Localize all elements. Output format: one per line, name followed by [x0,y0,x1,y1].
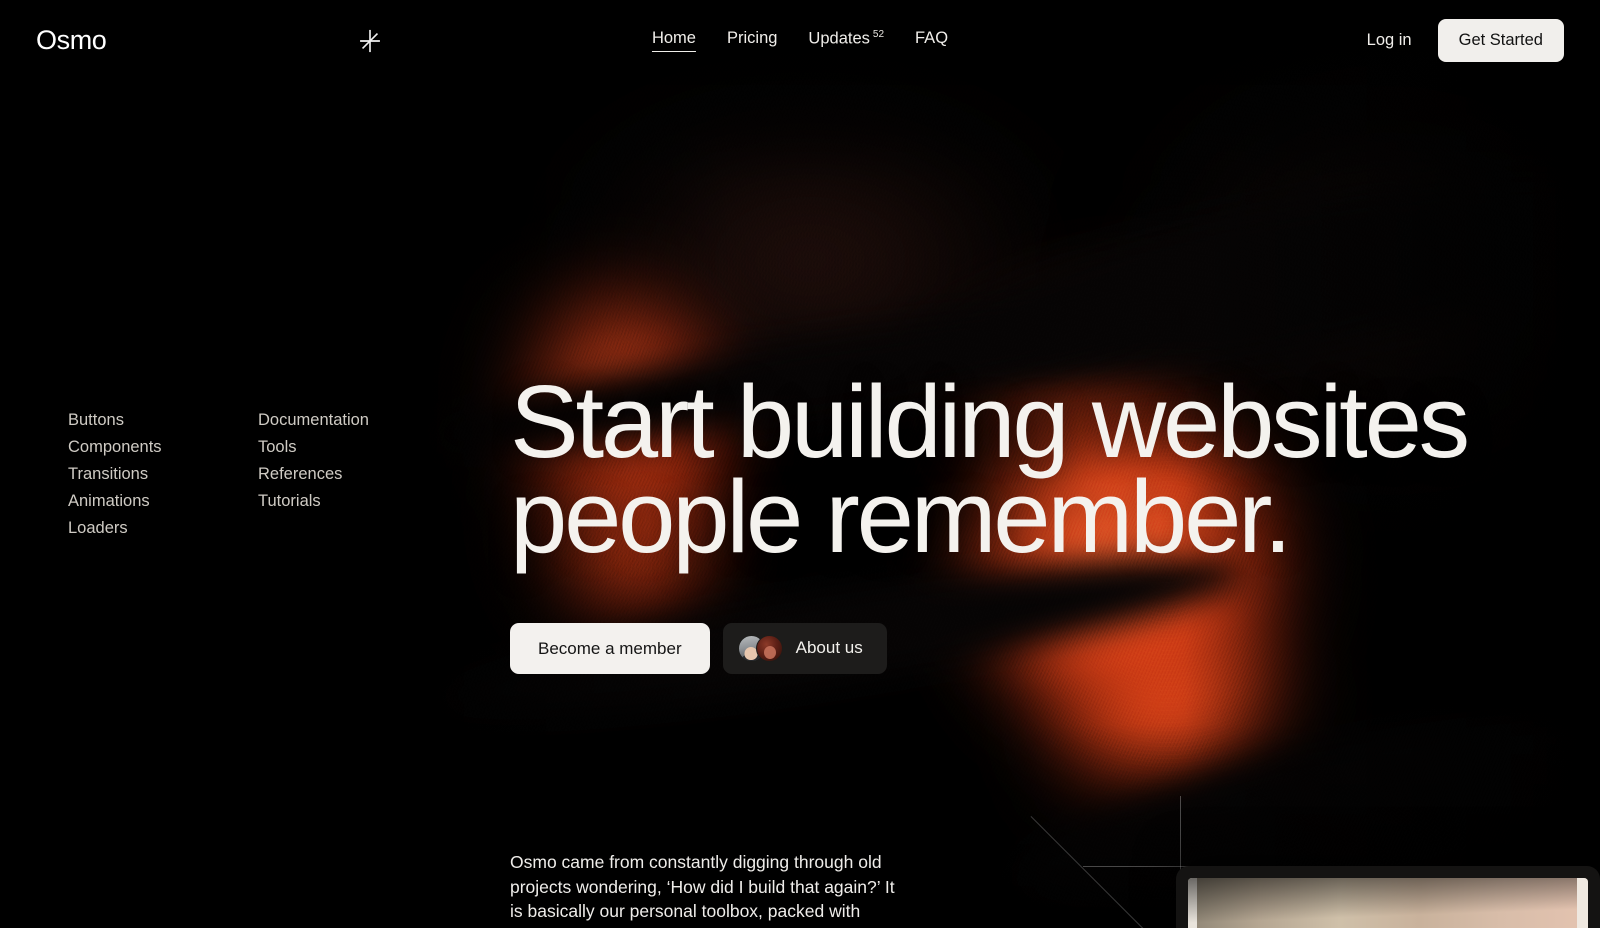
hero-section: Start building websites people remember.… [510,364,1510,674]
side-link-loaders[interactable]: Loaders [68,516,213,541]
side-link-buttons[interactable]: Buttons [68,408,213,433]
side-link-transitions[interactable]: Transitions [68,462,213,487]
primary-navigation: Home Pricing Updates 52 FAQ [651,29,948,53]
nav-item-home-label: Home [651,29,696,48]
become-a-member-button[interactable]: Become a member [510,622,710,674]
avatar [755,634,783,662]
get-started-button[interactable]: Get Started [1437,19,1564,62]
preview-thumbnail [1188,878,1588,928]
team-avatars [737,634,783,662]
category-column-one: Buttons Components Transitions Animation… [68,408,213,541]
side-link-tutorials[interactable]: Tutorials [258,489,403,514]
nav-item-updates-label: Updates [808,29,870,48]
updates-count-badge: 52 [872,28,885,40]
about-us-label: About us [795,638,863,657]
preview-card[interactable] [1176,866,1600,928]
brand-logo[interactable]: Osmo [36,25,107,56]
nav-item-updates[interactable]: Updates 52 [808,29,884,52]
side-link-documentation[interactable]: Documentation [258,408,403,433]
nav-item-faq[interactable]: FAQ [915,29,948,51]
hero-headline-line-2: people remember. [510,458,1292,574]
category-links: Buttons Components Transitions Animation… [68,408,403,541]
login-link[interactable]: Log in [1367,31,1412,50]
hero-headline: Start building websites people remember. [510,364,1510,574]
side-link-tools[interactable]: Tools [258,435,403,460]
side-link-references[interactable]: References [258,462,403,487]
category-column-two: Documentation Tools References Tutorials [258,408,403,541]
about-us-button[interactable]: About us [722,622,887,674]
nav-item-pricing-label: Pricing [726,29,778,48]
nav-item-faq-label: FAQ [915,29,949,48]
header-actions: Log in Get Started [1367,19,1564,62]
side-link-components[interactable]: Components [68,435,213,460]
nav-item-pricing[interactable]: Pricing [727,29,777,51]
hero-buttons: Become a member About us [510,622,1510,674]
preview-sheen [1188,878,1588,928]
site-header: Osmo Home Pricing Updates 52 FAQ Log in G… [0,0,1600,81]
nav-item-home[interactable]: Home [651,29,696,53]
side-link-animations[interactable]: Animations [68,489,213,514]
asterisk-icon [360,29,381,52]
hero-headline-line-1: Start building websites [510,364,1470,479]
hero-paragraph: Osmo came from constantly digging throug… [510,852,895,921]
